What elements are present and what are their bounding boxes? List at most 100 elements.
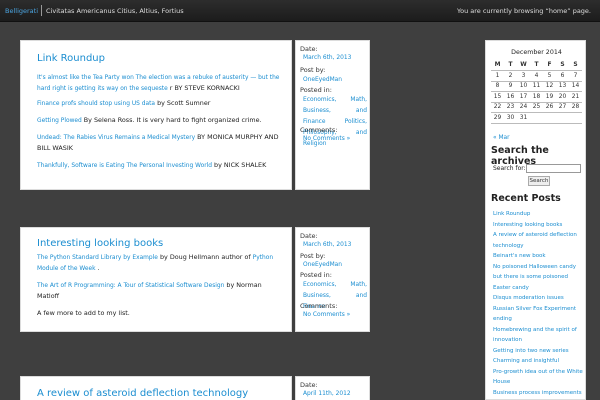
calendar-day: 31: [517, 112, 530, 124]
author-link[interactable]: OneEyedMan: [303, 262, 342, 268]
calendar-day: 28: [569, 102, 582, 113]
calendar-day: 8: [491, 81, 504, 92]
post-meta: Date: April 11th, 2012: [295, 376, 370, 400]
calendar-day: 18: [530, 91, 543, 103]
post-date-link[interactable]: March 6th, 2013: [303, 242, 351, 248]
recent-post-link[interactable]: A review of asteroid deflection technolo…: [486, 230, 587, 251]
search-label: Search for:: [493, 165, 526, 172]
calendar-day: 26: [543, 102, 556, 113]
post-body-text: by Norman: [224, 281, 262, 289]
top-bar: Belligerati Civitatas Americanus Citius,…: [0, 0, 600, 22]
post-body-link[interactable]: The Python Standard Library by Example: [37, 255, 158, 261]
post-title-link[interactable]: A review of asteroid deflection technolo…: [37, 388, 248, 399]
post-by-label: Post by:: [300, 66, 326, 74]
post-body-link[interactable]: Thankfully, Software is Eating The Perso…: [37, 163, 212, 169]
calendar-day: 2: [504, 70, 517, 82]
calendar-day: [569, 112, 582, 124]
recent-post-link[interactable]: No poisoned Halloween candy but there is…: [486, 262, 587, 294]
post-body-line: Getting Plowed By Selena Ross. It is ver…: [37, 115, 287, 127]
date-label: Date:: [300, 381, 318, 389]
posted-in-label: Posted in:: [300, 86, 332, 94]
post-title-link[interactable]: Link Roundup: [37, 53, 105, 64]
recent-post-link[interactable]: Interesting looking books: [486, 220, 587, 231]
calendar-day: 9: [504, 81, 517, 92]
post-body-link[interactable]: Getting Plowed: [37, 118, 82, 124]
calendar-day: 1: [491, 70, 504, 82]
calendar-day: 5: [543, 70, 556, 82]
calendar-day: 3: [517, 70, 530, 82]
recent-post-link[interactable]: Disqus moderation issues: [486, 293, 587, 304]
calendar-weekday: W: [517, 60, 530, 71]
post-date-link[interactable]: March 6th, 2013: [303, 55, 351, 61]
post-body-text: by NICK SHALEK: [212, 161, 267, 169]
recent-post-link[interactable]: Link Roundup: [486, 209, 587, 220]
date-label: Date:: [300, 232, 318, 240]
calendar-day: 14: [569, 81, 582, 92]
calendar-day: 6: [556, 70, 569, 82]
site-name-link[interactable]: Belligerati: [5, 7, 38, 15]
calendar-day: 29: [491, 112, 504, 124]
calendar-weekday: S: [569, 60, 582, 71]
calendar-day: 22: [491, 102, 504, 113]
post-body-text: by Doug Hellmann author of: [157, 253, 253, 261]
calendar-day: 15: [491, 91, 504, 103]
calendar-day: [530, 112, 543, 124]
calendar-day: 16: [504, 91, 517, 103]
calendar-day: 13: [556, 81, 569, 92]
calendar-day: 19: [543, 91, 556, 103]
recent-post-link[interactable]: Russian Silver Fox Experiment ending: [486, 304, 587, 325]
recent-post-link[interactable]: Charming and insightful: [486, 356, 587, 367]
recent-posts-heading: Recent Posts: [491, 193, 561, 204]
calendar-day: [543, 112, 556, 124]
sidebar: December 2014 MTWTFSS 1 2 3 4 5 6 7 8 9 10 11 12 13 1…: [485, 40, 586, 400]
post-body-text: By Selena Ross. It is very hard to fight…: [81, 116, 262, 124]
calendar-day: 24: [517, 102, 530, 113]
post-body-text: r BY STEVE KORNACKI: [167, 84, 240, 92]
recent-post-link[interactable]: Business process improvements are techno…: [486, 388, 587, 400]
calendar-weekday: T: [504, 60, 517, 71]
post-meta: Date: March 6th, 2013 Post by: OneEyedMa…: [295, 40, 370, 190]
comments-link[interactable]: No Comments »: [303, 312, 350, 318]
calendar-weekday: S: [556, 60, 569, 71]
search-button[interactable]: Search: [528, 176, 550, 186]
post-date-link[interactable]: April 11th, 2012: [303, 391, 351, 397]
post-meta: Date: March 6th, 2013 Post by: OneEyedMa…: [295, 227, 370, 332]
calendar-weekday: M: [491, 60, 504, 71]
site-tagline: Civitatas Americanus Citius, Altius, For…: [46, 7, 184, 15]
calendar-day: 23: [504, 102, 517, 113]
date-label: Date:: [300, 45, 318, 53]
post-title-link[interactable]: Interesting looking books: [37, 238, 163, 249]
post-body-link[interactable]: The Art of R Programming: A Tour of Stat…: [37, 283, 224, 289]
comments-link[interactable]: No Comments »: [303, 136, 350, 142]
calendar-day: 4: [530, 70, 543, 82]
post-body-text: by Scott Sumner: [155, 99, 211, 107]
posted-in-label: Posted in:: [300, 271, 332, 279]
post-card: Link Roundup It's almost like the Tea Pa…: [20, 40, 292, 190]
post-card: A review of asteroid deflection technolo…: [20, 376, 292, 400]
post-body-link[interactable]: Python: [253, 255, 273, 261]
post-body-link[interactable]: Finance profs should stop using US data: [37, 101, 155, 107]
calendar-weekday: F: [543, 60, 556, 71]
recent-post-link[interactable]: Getting into two new series: [486, 346, 587, 357]
calendar-day: 17: [517, 91, 530, 103]
post-body-link[interactable]: It's almost like the Tea Party won The e…: [37, 75, 279, 81]
post-body-line: Thankfully, Software is Eating The Perso…: [37, 160, 287, 172]
post-body-link[interactable]: Undead: The Rabies Virus Remains a Medic…: [37, 135, 195, 141]
search-input[interactable]: [526, 164, 581, 173]
post-body-line: hard right is getting its way on the seq…: [37, 83, 287, 95]
recent-post-link[interactable]: Beinart's new book: [486, 251, 587, 262]
post-body-text: .: [95, 264, 100, 272]
divider: [41, 5, 42, 16]
calendar-prev-month-link[interactable]: « Mar: [493, 135, 510, 141]
comments-label: Comments:: [300, 302, 338, 310]
post-body-line: A few more to add to my list.: [37, 308, 287, 319]
author-link[interactable]: OneEyedMan: [303, 77, 342, 83]
calendar-day: 20: [556, 91, 569, 103]
post-body-link[interactable]: Module of the Week: [37, 266, 96, 272]
calendar-day: [556, 112, 569, 124]
recent-post-link[interactable]: Pro-growth idea out of the White House: [486, 367, 587, 388]
post-body-link[interactable]: hard right is getting its way on the seq…: [37, 86, 168, 92]
recent-post-link[interactable]: Homebrewing and the spirit of innovation: [486, 325, 587, 346]
post-body-text: A few more to add to my list.: [37, 309, 130, 317]
post-body-text: BY MONICA MURPHY AND: [195, 133, 279, 141]
